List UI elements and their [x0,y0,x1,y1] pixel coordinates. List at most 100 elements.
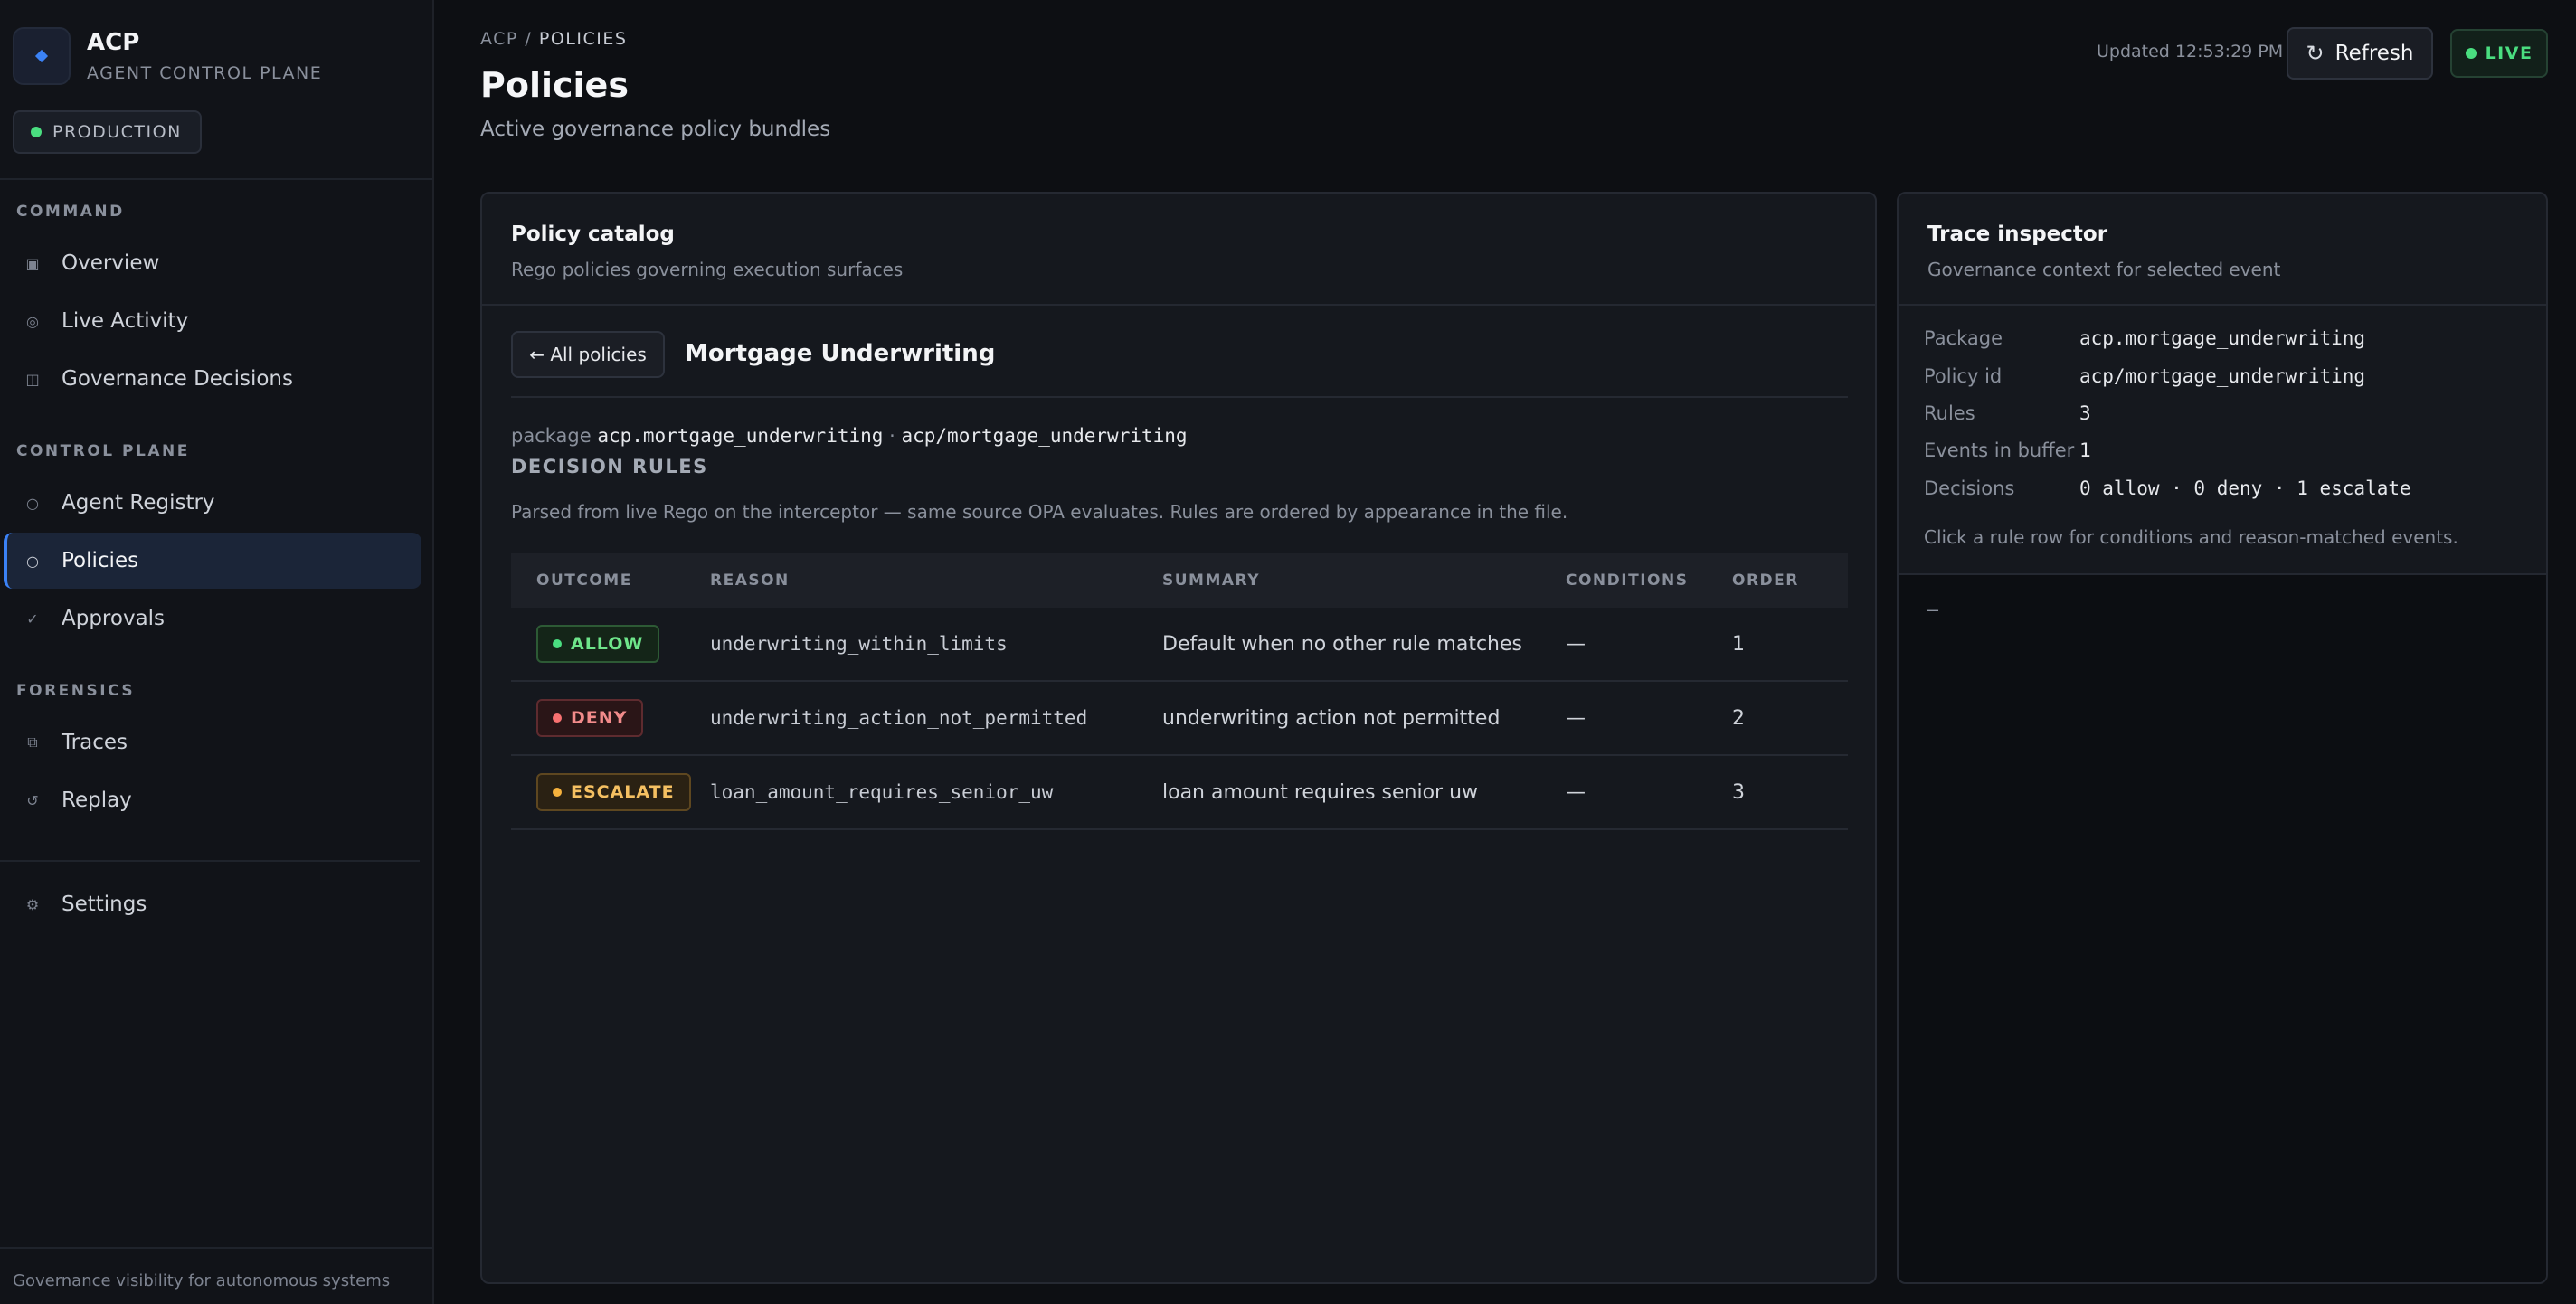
outcome-label: DENY [571,708,628,728]
inspector-empty-placeholder: — [1927,599,1939,620]
sidebar-item-label: Replay [62,789,132,812]
table-row[interactable]: ALLOW underwriting_within_limits Default… [511,608,1848,682]
sidebar-item-settings[interactable]: ⚙ Settings [4,876,421,932]
status-dot-icon [2465,48,2477,59]
sidebar-item-traces[interactable]: ⧉ Traces [4,714,421,770]
rule-order: 3 [1732,780,1745,804]
environment-badge[interactable]: PRODUCTION [13,110,202,154]
rule-summary: underwriting action not permitted [1162,706,1501,730]
sidebar-item-replay[interactable]: ↺ Replay [4,772,421,828]
sidebar-item-label: Approvals [62,607,166,630]
sidebar-item-overview[interactable]: ▣ Overview [4,235,421,291]
field-key: Rules [1924,402,1975,424]
sidebar-item-label: Live Activity [62,309,189,333]
rule-order: 1 [1732,632,1745,656]
rule-order: 2 [1732,706,1745,730]
divider [511,396,1848,398]
table-header: OUTCOME REASON SUMMARY CONDITIONS ORDER [511,553,1848,608]
field-value: acp/mortgage_underwriting [2079,365,2366,387]
table-row[interactable]: DENY underwriting_action_not_permitted u… [511,682,1848,756]
sidebar-item-label: Policies [62,549,139,572]
sidebar-item-policies[interactable]: ○ Policies [4,533,421,589]
diamond-icon [34,49,49,63]
inspector-hint: Click a rule row for conditions and reas… [1924,526,2458,548]
rules-table: OUTCOME REASON SUMMARY CONDITIONS ORDER … [511,553,1848,830]
section-label-forensics: FORENSICS [16,682,136,700]
field-key: Events in buffer [1924,439,2075,461]
rule-conditions: — [1566,780,1586,804]
sidebar-item-agent-registry[interactable]: ○ Agent Registry [4,475,421,531]
check-icon: ✓ [26,609,39,628]
circle-icon: ○ [26,552,39,570]
circle-icon: ○ [26,494,39,512]
field-value: 1 [2079,439,2091,461]
inspector-detail-area: — [1899,573,2546,1282]
breadcrumb: ACP / POLICIES [480,29,627,49]
rule-reason: loan_amount_requires_senior_uw [710,781,1054,803]
panel-subtitle: Governance context for selected event [1927,259,2281,280]
logo [13,27,71,85]
rule-conditions: — [1566,706,1586,730]
panel-header: Policy catalog Rego policies governing e… [482,194,1875,306]
rule-conditions: — [1566,632,1586,656]
rule-reason: underwriting_action_not_permitted [710,707,1088,729]
trace-inspector-panel: Trace inspector Governance context for s… [1897,192,2548,1284]
outcome-badge-allow: ALLOW [536,625,660,663]
policy-id: acp/mortgage_underwriting [901,425,1188,447]
page-title: Policies [480,65,629,105]
refresh-button[interactable]: ↻ Refresh [2287,27,2433,80]
sidebar-item-governance-decisions[interactable]: ◫ Governance Decisions [4,351,421,407]
decision-rules-description: Parsed from live Rego on the interceptor… [511,501,1568,523]
square-icon: ▣ [25,254,40,272]
inspector-field-events-in-buffer: Events in buffer 1 [1924,439,2091,461]
field-key: Policy id [1924,365,2003,387]
inspector-field-rules: Rules 3 [1924,402,2091,424]
field-value: 0 allow · 0 deny · 1 escalate [2079,477,2411,499]
column-header-order: ORDER [1732,572,1799,590]
sidebar-item-label: Overview [62,251,160,275]
activity-icon: ◎ [26,312,39,330]
status-dot-icon [553,788,562,797]
sidebar-item-live-activity[interactable]: ◎ Live Activity [4,293,421,349]
column-header-reason: REASON [710,572,790,590]
sidebar-item-label: Settings [62,893,147,916]
gear-icon: ⚙ [25,895,40,913]
decision-rules-heading: DECISION RULES [511,456,708,477]
outcome-label: ALLOW [571,634,644,654]
inspector-field-decisions: Decisions 0 allow · 0 deny · 1 escalate [1924,477,2411,499]
breadcrumb-current: POLICIES [538,29,628,49]
brand-name: ACP [87,29,140,56]
divider [0,1247,432,1249]
table-row[interactable]: ESCALATE loan_amount_requires_senior_uw … [511,756,1848,830]
columns-icon: ◫ [25,370,40,388]
page-subtitle: Active governance policy bundles [480,118,831,141]
brand-subtitle: AGENT CONTROL PLANE [87,63,323,83]
refresh-icon: ↻ [2306,41,2325,66]
status-dot-icon [553,713,562,723]
panel-title: Policy catalog [511,222,675,246]
inspector-field-policy-id: Policy id acp/mortgage_underwriting [1924,365,2365,387]
policy-catalog-panel: Policy catalog Rego policies governing e… [480,192,1877,1284]
package-name: acp.mortgage_underwriting [597,425,884,447]
updated-timestamp: Updated 12:53:29 PM [2097,42,2284,61]
package-separator: · [889,425,895,447]
outcome-badge-escalate: ESCALATE [536,773,691,811]
breadcrumb-root[interactable]: ACP / [480,29,532,49]
rule-summary: Default when no other rule matches [1162,632,1522,656]
field-value: 3 [2079,402,2091,424]
sidebar-footer: Governance visibility for autonomous sys… [13,1271,391,1290]
field-key: Package [1924,327,2003,349]
replay-icon: ↺ [26,791,39,809]
brand[interactable]: ACP AGENT CONTROL PLANE [13,27,322,85]
divider [0,178,432,180]
section-label-command: COMMAND [16,203,125,221]
live-label: LIVE [2485,43,2533,63]
field-key: Decisions [1924,477,2015,499]
column-header-outcome: OUTCOME [536,572,632,590]
sidebar-item-approvals[interactable]: ✓ Approvals [4,591,421,647]
copy-icon: ⧉ [27,733,38,751]
panel-header: Trace inspector Governance context for s… [1899,194,2546,306]
all-policies-button[interactable]: ← All policies [511,331,665,378]
section-label-control-plane: CONTROL PLANE [16,442,190,460]
panel-title: Trace inspector [1927,222,2108,246]
